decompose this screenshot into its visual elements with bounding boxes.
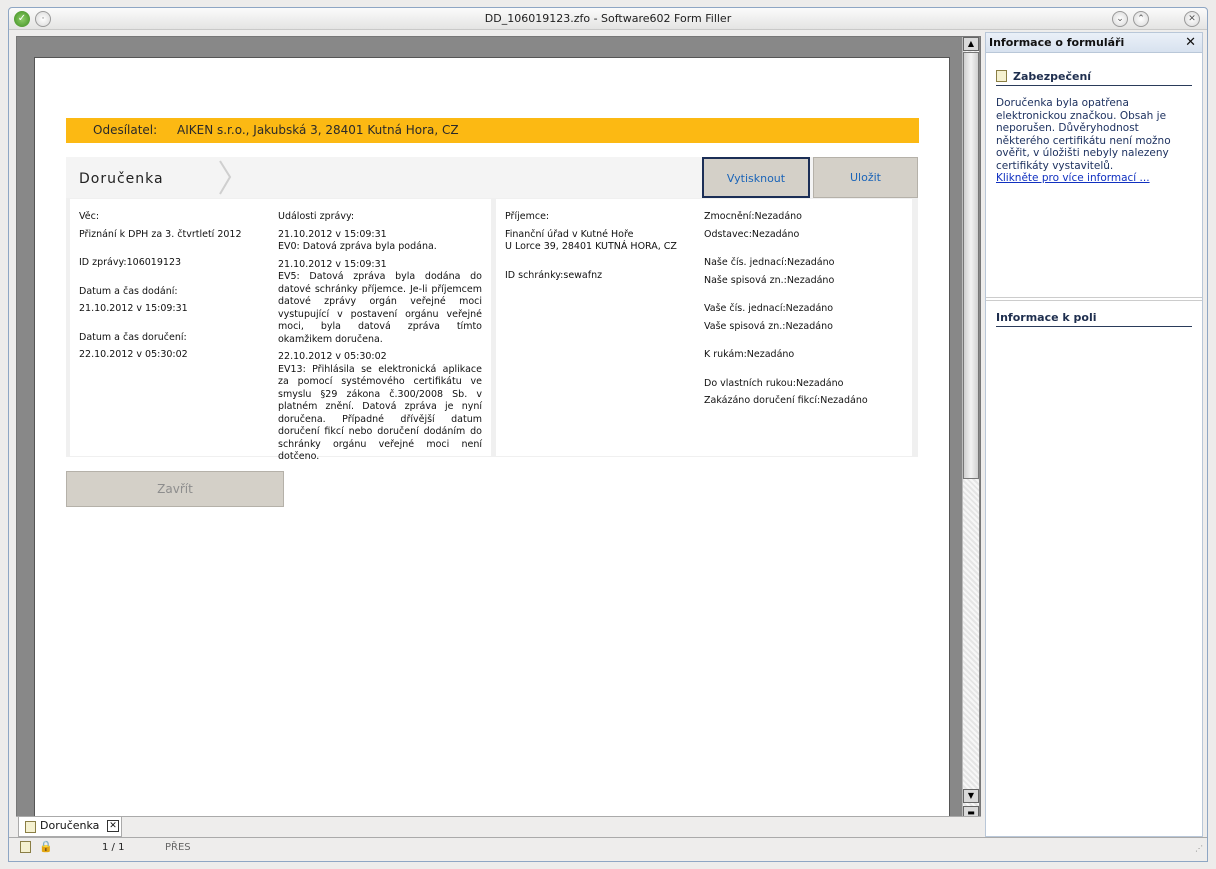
details-panel: Věc: Přiznání k DPH za 3. čtvrtletí 2012…	[66, 198, 918, 462]
print-button[interactable]: Vytisknout	[702, 157, 810, 198]
received-value: 22.10.2012 v 05:30:02	[79, 349, 188, 360]
chevron-right-icon	[219, 160, 232, 195]
scroll-down-icon[interactable]: ▼	[963, 789, 979, 803]
page-indicator: 1 / 1	[102, 842, 125, 853]
recipient-panel: Příjemce: Finanční úřad v Kutné Hoře U L…	[496, 199, 912, 456]
panel-splitter[interactable]	[986, 297, 1202, 301]
event-text: EV13: Přihlásila se elektronická aplikac…	[278, 363, 482, 463]
fiction-delivery: Zakázáno doručení fikcí:Nezadáno	[704, 395, 868, 406]
form-title: Doručenka	[79, 171, 164, 187]
document-tabbar: Doručenka ✕	[16, 816, 981, 837]
maximize-icon[interactable]: ⌃	[1133, 11, 1149, 27]
title-bar: ✓ · DD_106019123.zfo - Software602 Form …	[9, 8, 1207, 30]
recipient-info: Příjemce: Finanční úřad v Kutné Hoře U L…	[505, 211, 695, 282]
vertical-scrollbar[interactable]: ▲ ▼ ▬	[962, 37, 979, 821]
signature-icon[interactable]	[20, 841, 31, 853]
event-text: EV0: Datová zpráva byla podána.	[278, 241, 437, 252]
tab-label: Doručenka	[40, 819, 100, 832]
recipient-address: U Lorce 39, 28401 KUTNÁ HORA, CZ	[505, 241, 677, 252]
status-bar: 🔒 1 / 1 PŘES ⋰	[9, 837, 1207, 857]
delivered-label: Datum a čas dodání:	[79, 285, 178, 297]
paragraph: Odstavec:Nezadáno	[704, 228, 800, 240]
close-button[interactable]: Zavřít	[66, 471, 284, 507]
sender-banner: Odesílatel: AIKEN s.r.o., Jakubská 3, 28…	[66, 118, 919, 143]
recipient-label: Příjemce:	[505, 211, 550, 222]
your-file-number: Vaše spisová zn.:Nezadáno	[704, 320, 833, 332]
security-info: Doručenka byla opatřena elektronickou zn…	[996, 97, 1194, 185]
your-reference: Vaše čís. jednací:Nezadáno	[704, 303, 834, 314]
own-hands: Do vlastních rukou:Nezadáno	[704, 377, 844, 389]
form-page: Odesílatel: AIKEN s.r.o., Jakubská 3, 28…	[34, 57, 950, 822]
event-time: 22.10.2012 v 05:30:02	[278, 351, 387, 362]
app-window: ✓ · DD_106019123.zfo - Software602 Form …	[8, 7, 1208, 862]
close-sidebar-icon[interactable]: ✕	[1185, 33, 1196, 52]
tab-dorucenka[interactable]: Doručenka ✕	[18, 817, 122, 837]
our-reference: Naše čís. jednací:Nezadáno	[704, 257, 835, 268]
message-panel: Věc: Přiznání k DPH za 3. čtvrtletí 2012…	[70, 199, 491, 462]
events-label: Události zprávy:	[278, 211, 355, 222]
minimize-icon[interactable]: ⌄	[1112, 11, 1128, 27]
lock-icon[interactable]: 🔒	[39, 840, 53, 853]
attention: K rukám:Nezadáno	[704, 349, 795, 360]
form-header: Doručenka Vytisknout Uložit	[66, 157, 918, 198]
message-info: Věc: Přiznání k DPH za 3. čtvrtletí 2012…	[79, 211, 269, 362]
our-file-number: Naše spisová zn.:Nezadáno	[704, 274, 835, 286]
security-title: Zabezpečení	[1013, 70, 1092, 83]
close-tab-icon[interactable]: ✕	[107, 820, 119, 832]
subject-label: Věc:	[79, 211, 100, 222]
event-text: EV5: Datová zpráva byla dodána do datové…	[278, 271, 482, 345]
sender-value: AIKEN s.r.o., Jakubská 3, 28401 Kutná Ho…	[177, 123, 459, 137]
save-button[interactable]: Uložit	[813, 157, 918, 198]
security-details-link[interactable]: Klikněte pro více informací ...	[996, 172, 1150, 184]
security-heading: Zabezpečení	[996, 70, 1192, 86]
sidebar-title: Informace o formuláři	[989, 36, 1125, 49]
window-title: DD_106019123.zfo - Software602 Form Fill…	[484, 12, 732, 25]
sidebar-header: Informace o formuláři ✕	[986, 33, 1202, 53]
info-sidebar: Informace o formuláři ✕ Zabezpečení Doru…	[985, 32, 1203, 837]
close-window-icon[interactable]: ✕	[1184, 11, 1200, 27]
field-info-heading: Informace k poli	[996, 311, 1192, 327]
document-area: Odesílatel: AIKEN s.r.o., Jakubská 3, 28…	[16, 36, 981, 822]
received-label: Datum a čas doručení:	[79, 331, 187, 343]
recipient-box: ID schránky:sewafnz	[505, 269, 603, 281]
delivered-value: 21.10.2012 v 15:09:31	[79, 303, 188, 314]
event-time: 21.10.2012 v 15:09:31	[278, 228, 387, 240]
input-mode: PŘES	[165, 842, 191, 853]
sender-label: Odesílatel:	[93, 123, 158, 137]
authorization: Zmocnění:Nezadáno	[704, 211, 802, 222]
resize-grip-icon[interactable]: ⋰	[1195, 844, 1203, 853]
message-id: ID zprávy:106019123	[79, 257, 182, 268]
certificate-icon	[996, 70, 1007, 82]
metadata-list: Zmocnění:Nezadáno Odstavec:Nezadáno Naše…	[704, 211, 904, 408]
recipient-name: Finanční úřad v Kutné Hoře	[505, 228, 634, 240]
document-icon	[25, 821, 36, 833]
event-time: 21.10.2012 v 15:09:31	[278, 258, 387, 270]
subject-value: Přiznání k DPH za 3. čtvrtletí 2012	[79, 228, 242, 240]
scroll-up-icon[interactable]: ▲	[963, 37, 979, 51]
events-list: Události zprávy: 21.10.2012 v 15:09:31 E…	[278, 211, 482, 464]
security-text: Doručenka byla opatřena elektronickou zn…	[996, 97, 1171, 172]
scroll-thumb[interactable]	[963, 52, 979, 479]
